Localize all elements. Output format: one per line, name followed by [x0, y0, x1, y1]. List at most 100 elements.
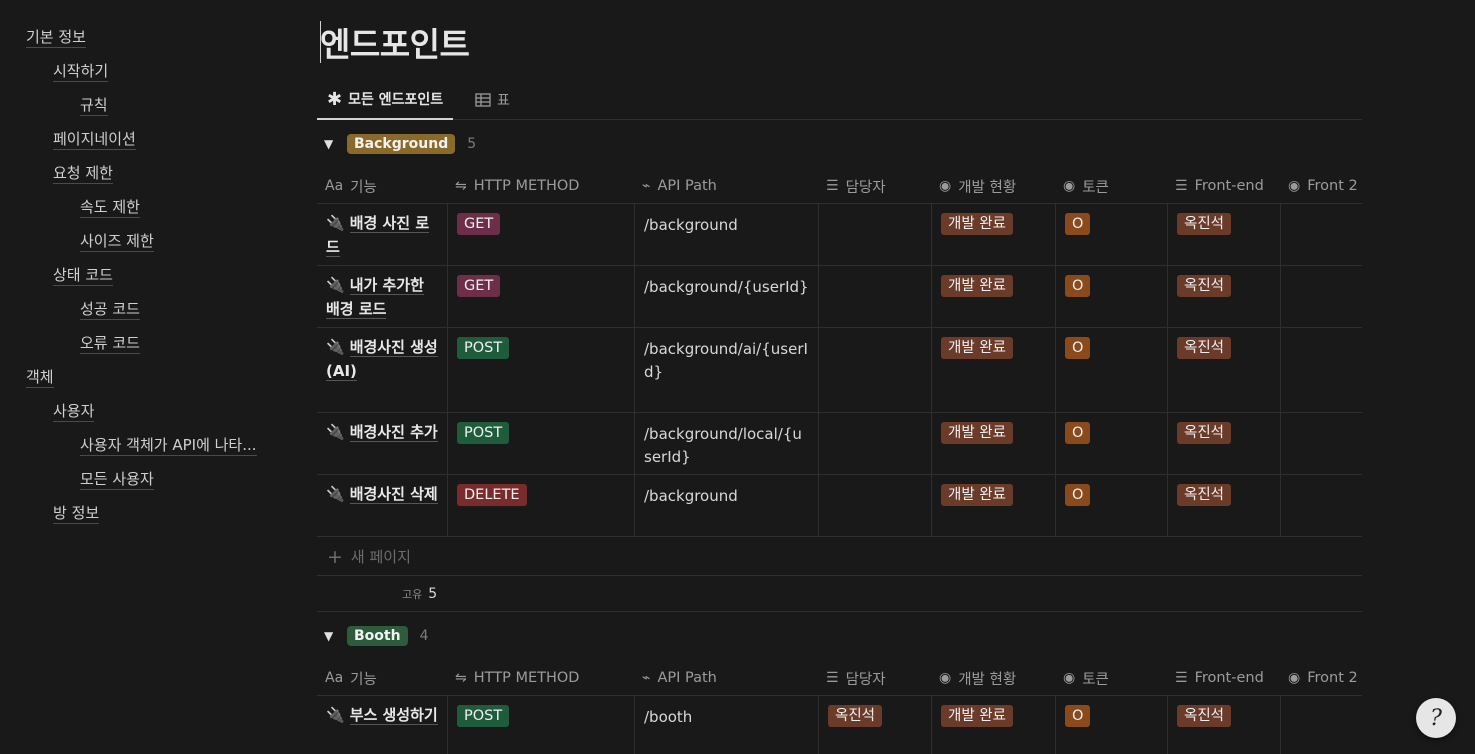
endpoint-name[interactable]: 부스 생성하기 [349, 706, 438, 725]
cell-path[interactable]: /booth [634, 696, 818, 754]
cell-owner[interactable] [818, 266, 931, 327]
cell-status[interactable]: 개발 완료 [931, 328, 1055, 412]
column-header-name[interactable]: Aa 기능 [317, 660, 447, 696]
cell-name[interactable]: 🔌 배경사진 생성(AI) [317, 328, 447, 412]
frontend-tag[interactable]: 옥진석 [1177, 705, 1232, 727]
toc-item[interactable]: 요청 제한 [26, 162, 266, 196]
cell-name[interactable]: 🔌 배경사진 추가 [317, 413, 447, 474]
cell-status[interactable]: 개발 완료 [931, 696, 1055, 754]
help-button[interactable]: ? [1416, 698, 1456, 738]
dev-status-tag[interactable]: 개발 완료 [941, 213, 1013, 235]
frontend-tag[interactable]: 옥진석 [1177, 337, 1232, 359]
cell-front2[interactable] [1280, 266, 1362, 327]
http-method-tag[interactable]: GET [457, 275, 501, 297]
toc-item[interactable]: 성공 코드 [26, 298, 266, 332]
cell-owner[interactable] [818, 328, 931, 412]
toc-item[interactable]: 시작하기 [26, 60, 266, 94]
column-header-front2[interactable]: ◉ Front 2 [1280, 660, 1362, 696]
cell-front2[interactable] [1280, 204, 1362, 265]
calculation-row[interactable]: 고유 5 [317, 576, 1362, 612]
toc-item[interactable]: 페이지네이션 [26, 128, 266, 162]
cell-front2[interactable] [1280, 413, 1362, 474]
cell-owner[interactable] [818, 413, 931, 474]
table-row[interactable]: 🔌 배경사진 추가 POST/background/local/{userId} 개발… [317, 413, 1362, 475]
column-header-status[interactable]: ◉ 개발 현황 [931, 660, 1055, 696]
http-method-tag[interactable]: POST [457, 422, 510, 444]
cell-method[interactable]: GET [447, 204, 634, 265]
cell-method[interactable]: POST [447, 328, 634, 412]
cell-token[interactable]: O [1055, 413, 1167, 474]
group-tag[interactable]: Booth [347, 626, 408, 646]
column-header-owner[interactable]: ☰ 담당자 [818, 660, 931, 696]
cell-path[interactable]: /background [634, 475, 818, 536]
group-tag[interactable]: Background [347, 134, 456, 154]
table-row[interactable]: 🔌 내가 추가한 배경 로드 GET/background/{userId} 개발 완… [317, 266, 1362, 328]
token-tag[interactable]: O [1065, 422, 1091, 444]
collapse-caret-icon[interactable]: ▼ [324, 629, 336, 643]
column-header-method[interactable]: ⇋ HTTP METHOD [447, 660, 634, 696]
toc-item[interactable]: 규칙 [26, 94, 266, 128]
cell-name[interactable]: 🔌 배경 사진 로드 [317, 204, 447, 265]
toc-item[interactable]: 모든 사용자 [26, 468, 266, 502]
toc-item[interactable]: 사이즈 제한 [26, 230, 266, 264]
column-header-frontend[interactable]: ☰ Front-end [1167, 168, 1280, 204]
column-header-method[interactable]: ⇋ HTTP METHOD [447, 168, 634, 204]
toc-item[interactable]: 사용자 [26, 400, 266, 434]
cell-token[interactable]: O [1055, 696, 1167, 754]
endpoint-name[interactable]: 배경사진 추가 [349, 423, 438, 442]
column-header-status[interactable]: ◉ 개발 현황 [931, 168, 1055, 204]
cell-path[interactable]: /background/local/{userId} [634, 413, 818, 474]
cell-status[interactable]: 개발 완료 [931, 204, 1055, 265]
owner-tag[interactable]: 옥진석 [828, 705, 883, 727]
frontend-tag[interactable]: 옥진석 [1177, 422, 1232, 444]
cell-name[interactable]: 🔌 내가 추가한 배경 로드 [317, 266, 447, 327]
dev-status-tag[interactable]: 개발 완료 [941, 705, 1013, 727]
column-header-path[interactable]: ⌁ API Path [634, 168, 818, 204]
table-row[interactable]: 🔌 배경 사진 로드 GET/background 개발 완료 O 옥진석 [317, 204, 1362, 266]
endpoint-name[interactable]: 배경사진 삭제 [349, 485, 438, 504]
cell-method[interactable]: POST [447, 696, 634, 754]
cell-frontend[interactable]: 옥진석 [1167, 413, 1280, 474]
http-method-tag[interactable]: DELETE [457, 484, 527, 506]
toc-item[interactable]: 방 정보 [26, 502, 266, 536]
token-tag[interactable]: O [1065, 337, 1091, 359]
cell-method[interactable]: DELETE [447, 475, 634, 536]
cell-frontend[interactable]: 옥진석 [1167, 204, 1280, 265]
cell-front2[interactable] [1280, 696, 1362, 754]
tab-all-endpoints[interactable]: ✱ 모든 엔드포인트 [317, 80, 454, 120]
page-title[interactable]: 엔드포인트 [320, 18, 470, 66]
toc-item[interactable]: 오류 코드 [26, 332, 266, 366]
collapse-caret-icon[interactable]: ▼ [324, 137, 336, 151]
tab-table[interactable]: 표 [475, 80, 510, 119]
cell-token[interactable]: O [1055, 266, 1167, 327]
cell-name[interactable]: 🔌 부스 생성하기 [317, 696, 447, 754]
cell-path[interactable]: /background/{userId} [634, 266, 818, 327]
cell-path[interactable]: /background/ai/{userId} [634, 328, 818, 412]
column-header-name[interactable]: Aa 기능 [317, 168, 447, 204]
dev-status-tag[interactable]: 개발 완료 [941, 337, 1013, 359]
token-tag[interactable]: O [1065, 484, 1091, 506]
column-header-frontend[interactable]: ☰ Front-end [1167, 660, 1280, 696]
column-header-front2[interactable]: ◉ Front 2 [1280, 168, 1362, 204]
cell-name[interactable]: 🔌 배경사진 삭제 [317, 475, 447, 536]
token-tag[interactable]: O [1065, 213, 1091, 235]
toc-item[interactable]: 객체 [26, 366, 266, 400]
http-method-tag[interactable]: POST [457, 705, 510, 727]
frontend-tag[interactable]: 옥진석 [1177, 484, 1232, 506]
column-header-token[interactable]: ◉ 토큰 [1055, 168, 1167, 204]
cell-front2[interactable] [1280, 475, 1362, 536]
new-page-button[interactable]: + 새 페이지 [317, 538, 1362, 576]
cell-method[interactable]: POST [447, 413, 634, 474]
cell-frontend[interactable]: 옥진석 [1167, 475, 1280, 536]
cell-status[interactable]: 개발 완료 [931, 475, 1055, 536]
table-row[interactable]: 🔌 부스 생성하기 POST/booth 옥진석 개발 완료 O 옥진석 [317, 696, 1362, 754]
column-header-owner[interactable]: ☰ 담당자 [818, 168, 931, 204]
cell-status[interactable]: 개발 완료 [931, 266, 1055, 327]
http-method-tag[interactable]: POST [457, 337, 510, 359]
column-header-token[interactable]: ◉ 토큰 [1055, 660, 1167, 696]
token-tag[interactable]: O [1065, 275, 1091, 297]
cell-token[interactable]: O [1055, 204, 1167, 265]
dev-status-tag[interactable]: 개발 완료 [941, 484, 1013, 506]
cell-frontend[interactable]: 옥진석 [1167, 696, 1280, 754]
cell-front2[interactable] [1280, 328, 1362, 412]
